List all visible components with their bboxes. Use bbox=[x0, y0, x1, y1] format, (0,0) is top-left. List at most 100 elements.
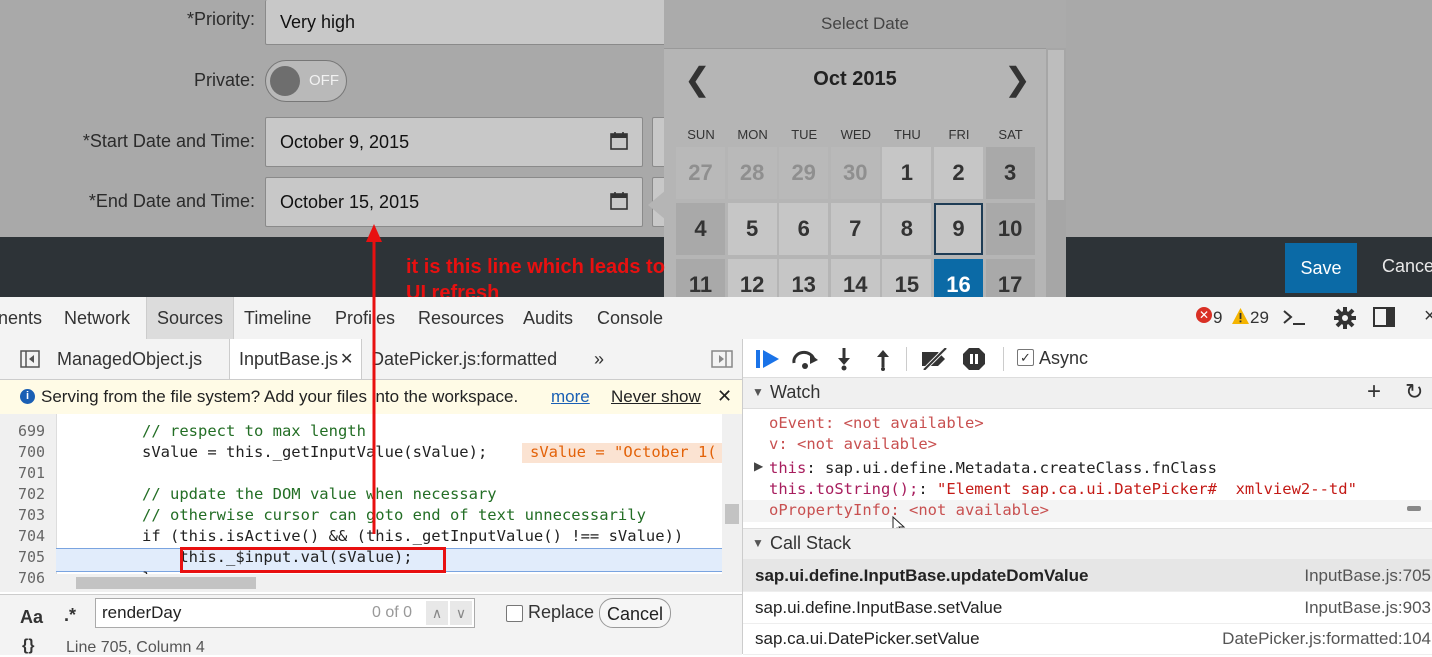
tab-resources[interactable]: Resources bbox=[418, 308, 504, 329]
code-vscrollbar[interactable] bbox=[722, 414, 742, 592]
calendar-day[interactable]: 30 bbox=[830, 147, 880, 199]
step-out-icon[interactable] bbox=[874, 347, 892, 371]
picker-scrollbar[interactable] bbox=[1046, 48, 1066, 297]
watch-item[interactable]: this: sap.ui.define.Metadata.createClass… bbox=[769, 459, 1217, 477]
tab-network[interactable]: Network bbox=[64, 308, 130, 329]
line-number[interactable]: 701 bbox=[18, 464, 45, 482]
cancel-button[interactable]: Cance bbox=[1382, 256, 1432, 277]
error-icon[interactable]: ✕ bbox=[1196, 307, 1212, 323]
file-tab-datepicker[interactable]: DatePicker.js:formatted bbox=[371, 349, 557, 370]
calendar-day[interactable]: 14 bbox=[830, 259, 880, 297]
step-over-icon[interactable] bbox=[791, 348, 819, 370]
delete-watch-icon[interactable] bbox=[1407, 506, 1421, 511]
calendar-day[interactable]: 4 bbox=[676, 203, 725, 255]
calendar-icon[interactable] bbox=[610, 192, 628, 210]
calendar-day[interactable]: 17 bbox=[985, 259, 1035, 297]
priority-select[interactable]: Very high bbox=[265, 0, 685, 45]
line-number[interactable]: 702 bbox=[18, 485, 45, 503]
calendar-day[interactable]: 13 bbox=[779, 259, 829, 297]
watch-item[interactable]: oEvent: <not available> bbox=[769, 414, 984, 432]
file-tab-inputbase[interactable]: InputBase.js ✕ bbox=[229, 339, 362, 379]
close-infobar-icon[interactable]: ✕ bbox=[717, 386, 732, 407]
line-number[interactable]: 699 bbox=[18, 422, 45, 440]
search-next-button[interactable]: ∨ bbox=[450, 601, 472, 625]
pause-on-exceptions-icon[interactable] bbox=[962, 347, 986, 371]
calendar-day[interactable]: 27 bbox=[676, 147, 725, 199]
code-line[interactable]: // respect to max length bbox=[142, 422, 366, 440]
calendar-day[interactable]: 10 bbox=[985, 203, 1035, 255]
start-date-input[interactable]: October 9, 2015 bbox=[265, 117, 643, 167]
tab-audits[interactable]: Audits bbox=[523, 308, 573, 329]
refresh-watch-icon[interactable]: ↻ bbox=[1405, 379, 1423, 405]
resume-icon[interactable] bbox=[755, 348, 781, 370]
dock-side-icon[interactable] bbox=[1373, 307, 1397, 329]
calendar-day[interactable]: 5 bbox=[727, 203, 777, 255]
search-input[interactable]: renderDay 0 of 0 ∧ ∨ bbox=[95, 598, 475, 628]
watch-item[interactable]: oPropertyInfo: <not available> bbox=[769, 501, 1049, 519]
watch-item[interactable]: this.toString();: "Element sap.ca.ui.Dat… bbox=[769, 480, 1357, 498]
settings-gear-icon[interactable] bbox=[1333, 306, 1357, 330]
calendar-day[interactable]: 11 bbox=[676, 259, 725, 297]
line-number[interactable]: 703 bbox=[18, 506, 45, 524]
end-date-input[interactable]: October 15, 2015 bbox=[265, 177, 643, 227]
search-prev-button[interactable]: ∧ bbox=[426, 601, 448, 625]
cancel-search-button[interactable]: Cancel bbox=[599, 598, 671, 628]
tab-elements[interactable]: nents bbox=[0, 308, 42, 329]
match-case-toggle[interactable]: Aa bbox=[20, 607, 43, 628]
calendar-day[interactable]: 3 bbox=[985, 147, 1035, 199]
calendar-day[interactable]: 6 bbox=[779, 203, 829, 255]
watch-item[interactable]: v: <not available> bbox=[769, 435, 937, 453]
calendar-day[interactable]: 1 bbox=[882, 147, 932, 199]
close-devtools-icon[interactable]: × bbox=[1424, 305, 1432, 328]
tab-console[interactable]: Console bbox=[597, 308, 663, 329]
line-number[interactable]: 704 bbox=[18, 527, 45, 545]
next-month-button[interactable]: ❯ bbox=[1004, 60, 1031, 98]
toggle-navigator-icon[interactable] bbox=[20, 350, 40, 368]
deactivate-breakpoints-icon[interactable] bbox=[920, 348, 950, 370]
error-count[interactable]: 9 bbox=[1213, 308, 1222, 328]
line-number[interactable]: 700 bbox=[18, 443, 45, 461]
toggle-debugger-icon[interactable] bbox=[711, 350, 733, 368]
code-line[interactable]: // otherwise cursor can goto end of text… bbox=[142, 506, 646, 524]
add-watch-icon[interactable]: + bbox=[1367, 378, 1381, 406]
code-line[interactable]: // update the DOM value when necessary bbox=[142, 485, 497, 503]
calendar-day[interactable]: 7 bbox=[830, 203, 880, 255]
tab-sources[interactable]: Sources bbox=[146, 297, 235, 339]
async-checkbox[interactable]: ✓ bbox=[1017, 349, 1034, 366]
line-number[interactable]: 706 bbox=[18, 569, 45, 587]
more-tabs-button[interactable]: » bbox=[594, 349, 604, 370]
calendar-day[interactable]: 8 bbox=[882, 203, 932, 255]
calendar-day[interactable]: 29 bbox=[779, 147, 829, 199]
close-tab-icon[interactable]: ✕ bbox=[340, 349, 353, 369]
callstack-section-header[interactable]: ▼ Call Stack bbox=[743, 528, 1432, 560]
replace-checkbox[interactable] bbox=[506, 605, 523, 622]
callstack-frame[interactable]: sap.ca.ui.DatePicker.setValue DatePicker… bbox=[743, 622, 1432, 655]
calendar-day[interactable]: 2 bbox=[934, 147, 983, 199]
info-more-link[interactable]: more bbox=[551, 387, 590, 407]
calendar-day[interactable]: 16 bbox=[934, 259, 983, 297]
code-hscrollbar[interactable] bbox=[56, 574, 722, 592]
regex-toggle[interactable]: .* bbox=[64, 605, 76, 626]
file-tab-managedobject[interactable]: ManagedObject.js bbox=[57, 349, 202, 370]
line-number[interactable]: 705 bbox=[18, 548, 45, 566]
code-line[interactable]: sValue = this._getInputValue(sValue); bbox=[142, 443, 487, 461]
pretty-print-icon[interactable]: {} bbox=[22, 637, 34, 655]
calendar-day[interactable]: 9 bbox=[934, 203, 983, 255]
step-into-icon[interactable] bbox=[835, 347, 853, 371]
callstack-frame[interactable]: sap.ui.define.InputBase.setValue InputBa… bbox=[743, 591, 1432, 624]
save-button[interactable]: Save bbox=[1285, 243, 1357, 293]
calendar-day[interactable]: 15 bbox=[882, 259, 932, 297]
never-show-link[interactable]: Never show bbox=[611, 387, 701, 407]
expand-arrow-icon[interactable]: ▶ bbox=[754, 459, 763, 473]
code-line[interactable]: if (this.isActive() && (this._getInputVa… bbox=[142, 527, 683, 545]
calendar-icon[interactable] bbox=[610, 132, 628, 150]
warning-icon[interactable] bbox=[1232, 308, 1249, 324]
callstack-frame-selected[interactable]: sap.ui.define.InputBase.updateDomValue I… bbox=[743, 559, 1432, 592]
calendar-day[interactable]: 28 bbox=[727, 147, 777, 199]
calendar-day[interactable]: 12 bbox=[727, 259, 777, 297]
warning-count[interactable]: 29 bbox=[1250, 308, 1269, 328]
console-drawer-icon[interactable] bbox=[1282, 308, 1306, 326]
watch-section-header[interactable]: ▼ Watch + ↻ bbox=[743, 377, 1432, 409]
tab-timeline[interactable]: Timeline bbox=[244, 308, 311, 329]
private-toggle[interactable]: OFF bbox=[265, 60, 347, 102]
